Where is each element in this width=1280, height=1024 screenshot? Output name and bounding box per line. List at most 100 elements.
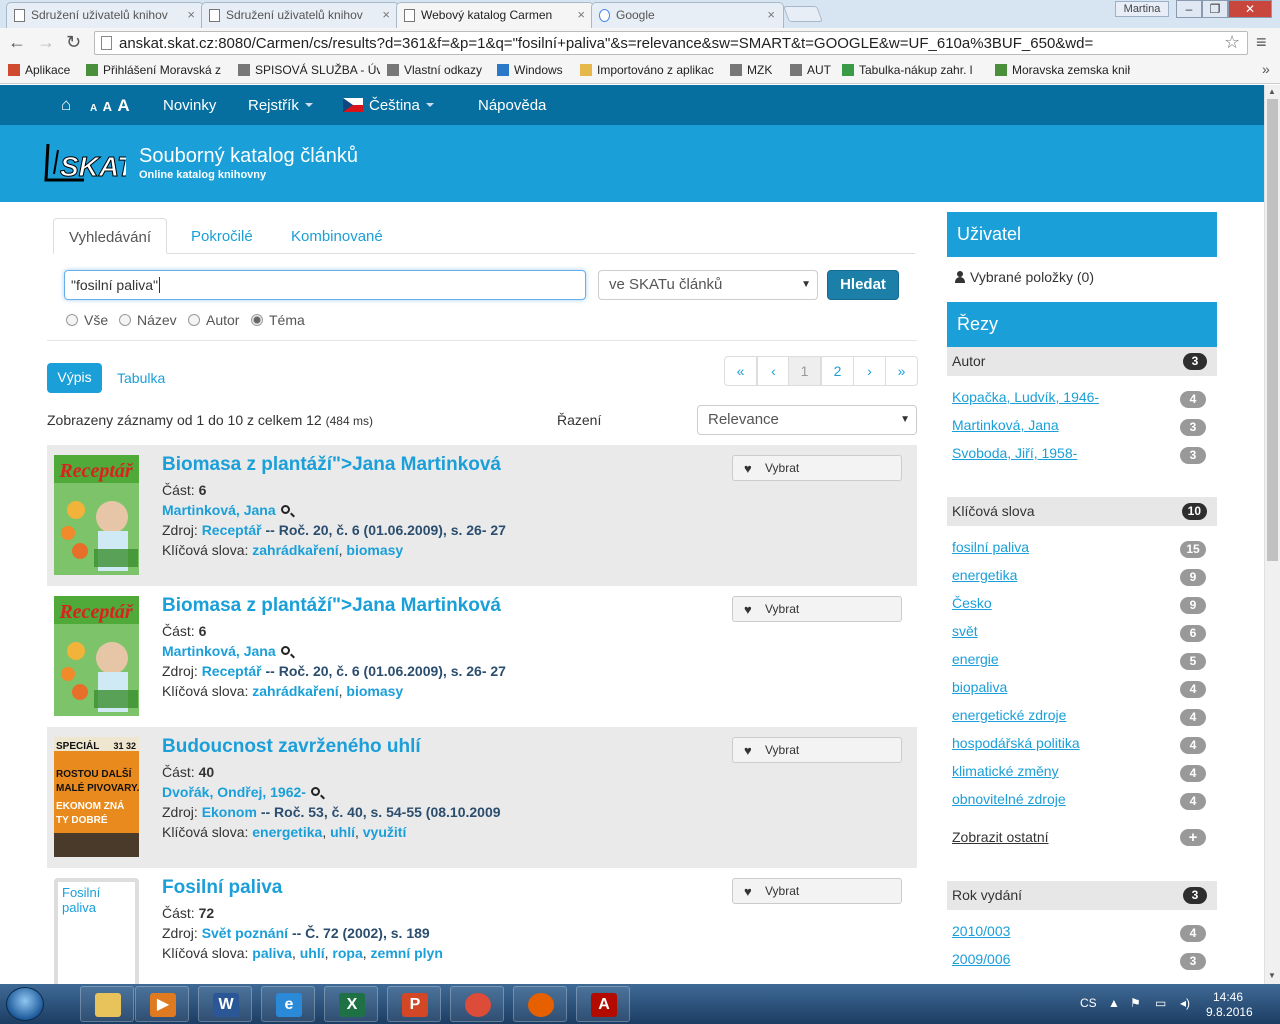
plus-icon[interactable]: + xyxy=(1180,829,1206,846)
scroll-down-icon[interactable]: ▼ xyxy=(1268,971,1276,980)
profile-user[interactable]: Martina xyxy=(1115,1,1169,17)
taskbar-app-internet-explorer[interactable]: e xyxy=(261,986,315,1022)
back-icon[interactable]: ← xyxy=(8,32,26,53)
taskbar-app-excel[interactable]: X xyxy=(324,986,378,1022)
show-more-keywords-link[interactable]: Zobrazit ostatní xyxy=(952,829,1049,845)
facet-link[interactable]: klimatické změny xyxy=(952,763,1059,779)
select-record-button[interactable]: ♥ Vybrat xyxy=(732,737,902,763)
bookmark-item[interactable]: SPISOVÁ SLUŽBA - Úv xyxy=(238,63,380,77)
bookmark-item[interactable]: Přihlášení Moravská z xyxy=(86,63,221,77)
record-title-link[interactable]: Biomasa z plantáží">Jana Martinková xyxy=(162,454,501,476)
close-tab-icon[interactable]: × xyxy=(767,7,775,22)
selected-items-link[interactable]: Vybrané položky (0) xyxy=(955,269,1094,285)
nav-news[interactable]: Novinky xyxy=(163,97,216,114)
sort-select[interactable]: Relevance ▼ xyxy=(697,405,917,435)
keyword-link[interactable]: paliva xyxy=(252,945,292,961)
page-next-button[interactable]: › xyxy=(853,356,886,386)
input-language[interactable]: CS xyxy=(1080,996,1097,1010)
browser-tab-1[interactable]: Sdružení uživatelů knihov × xyxy=(6,2,204,28)
facet-year-heading[interactable]: Rok vydání 3 xyxy=(947,881,1217,910)
page-2-button[interactable]: 2 xyxy=(821,356,854,386)
bookmark-item[interactable]: Tabulka-nákup zahr. l xyxy=(842,63,972,77)
tray-expand-icon[interactable]: ▲ xyxy=(1108,996,1120,1010)
taskbar-app-firefox[interactable] xyxy=(513,986,567,1022)
scrollbar-thumb[interactable] xyxy=(1267,99,1278,561)
network-icon[interactable]: ▭ xyxy=(1155,996,1166,1010)
page-scrollbar[interactable]: ▲ ▼ xyxy=(1264,85,1280,984)
page-prev-button[interactable]: ‹ xyxy=(757,356,790,386)
close-tab-icon[interactable]: × xyxy=(187,7,195,22)
maximize-button[interactable]: ❐ xyxy=(1202,0,1228,18)
nav-help[interactable]: Nápověda xyxy=(478,97,546,114)
facet-link[interactable]: 2010/003 xyxy=(952,923,1010,939)
field-radio-title[interactable]: Název xyxy=(119,312,177,328)
start-button[interactable] xyxy=(6,987,44,1021)
facet-link[interactable]: energetické zdroje xyxy=(952,707,1066,723)
tab-advanced-search[interactable]: Pokročilé xyxy=(176,218,268,254)
keyword-link[interactable]: zahrádkaření xyxy=(252,683,338,699)
chrome-menu-icon[interactable]: ≡ xyxy=(1256,32,1267,53)
cover-image-ekonom[interactable]: SPECIÁL 31 32 ROSTOU DALŠÍ MALÉ PIVOVARY… xyxy=(54,737,139,857)
browser-tab-4[interactable]: Google × xyxy=(591,2,784,28)
tab-basic-search[interactable]: Vyhledávání xyxy=(53,218,168,254)
page-last-button[interactable]: » xyxy=(885,356,918,386)
browser-tab-2[interactable]: Sdružení uživatelů knihov × xyxy=(201,2,399,28)
new-tab-button[interactable] xyxy=(783,6,823,22)
browser-tab-3-active[interactable]: Webový katalog Carmen × xyxy=(396,2,594,28)
volume-icon[interactable]: ◂) xyxy=(1180,996,1190,1010)
facet-link[interactable]: biopaliva xyxy=(952,679,1007,695)
search-icon[interactable] xyxy=(310,787,320,796)
page-1-button[interactable]: 1 xyxy=(788,356,821,386)
facet-author-heading[interactable]: Autor 3 xyxy=(947,347,1217,376)
close-tab-icon[interactable]: × xyxy=(382,7,390,22)
taskbar-app-chrome[interactable] xyxy=(450,986,504,1022)
nav-index[interactable]: Rejstřík xyxy=(248,97,313,114)
facet-link[interactable]: energie xyxy=(952,651,999,667)
search-input[interactable]: "fosilní paliva" xyxy=(64,270,586,300)
bookmark-star-icon[interactable]: ☆ xyxy=(1224,32,1240,53)
taskbar-clock[interactable]: 14:46 9.8.2016 xyxy=(1206,990,1253,1020)
record-title-link[interactable]: Biomasa z plantáží">Jana Martinková xyxy=(162,595,501,617)
taskbar-app-explorer[interactable] xyxy=(80,986,134,1022)
close-window-button[interactable]: ✕ xyxy=(1228,0,1272,18)
tab-combined-search[interactable]: Kombinované xyxy=(276,218,398,254)
view-list-button[interactable]: Výpis xyxy=(47,363,102,393)
search-scope-select[interactable]: ve SKATu článků ▼ xyxy=(598,270,818,300)
nav-language[interactable]: Čeština xyxy=(343,97,434,114)
record-title-link[interactable]: Budoucnost zavrženého uhlí xyxy=(162,736,421,758)
taskbar-app-powerpoint[interactable]: P xyxy=(387,986,441,1022)
view-table-link[interactable]: Tabulka xyxy=(117,370,165,386)
author-link[interactable]: Dvořák, Ondřej, 1962- xyxy=(162,784,306,800)
facet-link[interactable]: 2009/006 xyxy=(952,951,1010,967)
record-title-link[interactable]: Fosilní paliva xyxy=(162,877,282,899)
facet-link[interactable]: Česko xyxy=(952,595,992,611)
source-link[interactable]: Receptář xyxy=(202,663,262,679)
cover-image-receptar[interactable]: Receptář xyxy=(54,596,139,716)
scroll-up-icon[interactable]: ▲ xyxy=(1268,87,1276,96)
bookmark-item[interactable]: AUT xyxy=(790,63,831,77)
action-center-flag-icon[interactable]: ⚑ xyxy=(1130,996,1141,1010)
source-link[interactable]: Svět poznání xyxy=(202,925,288,941)
field-radio-subject[interactable]: Téma xyxy=(251,312,305,328)
bookmark-item[interactable]: Moravska zemska knih xyxy=(995,63,1130,77)
cover-placeholder[interactable]: Fosilní paliva xyxy=(54,878,139,988)
author-link[interactable]: Martinková, Jana xyxy=(162,502,276,518)
close-tab-icon[interactable]: × xyxy=(577,7,585,22)
page-info-icon[interactable] xyxy=(101,36,112,50)
bookmark-item[interactable]: Aplikace xyxy=(8,63,70,77)
taskbar-app-word[interactable]: W xyxy=(198,986,252,1022)
bookmark-item[interactable]: Vlastní odkazy xyxy=(387,63,482,77)
page-first-button[interactable]: « xyxy=(724,356,757,386)
facet-link[interactable]: energetika xyxy=(952,567,1017,583)
forward-icon[interactable]: → xyxy=(37,32,55,53)
facet-link[interactable]: obnovitelné zdroje xyxy=(952,791,1066,807)
keyword-link[interactable]: zemní plyn xyxy=(371,945,443,961)
keyword-link[interactable]: energetika xyxy=(252,824,322,840)
font-size-switcher[interactable]: A A A xyxy=(90,96,131,116)
field-radio-author[interactable]: Autor xyxy=(188,312,239,328)
facet-link[interactable]: svět xyxy=(952,623,978,639)
taskbar-app-media-player[interactable]: ▶ xyxy=(135,986,189,1022)
cover-image-receptar[interactable]: Receptář xyxy=(54,455,139,575)
bookmarks-overflow-icon[interactable]: » xyxy=(1262,61,1270,77)
source-link[interactable]: Ekonom xyxy=(202,804,257,820)
